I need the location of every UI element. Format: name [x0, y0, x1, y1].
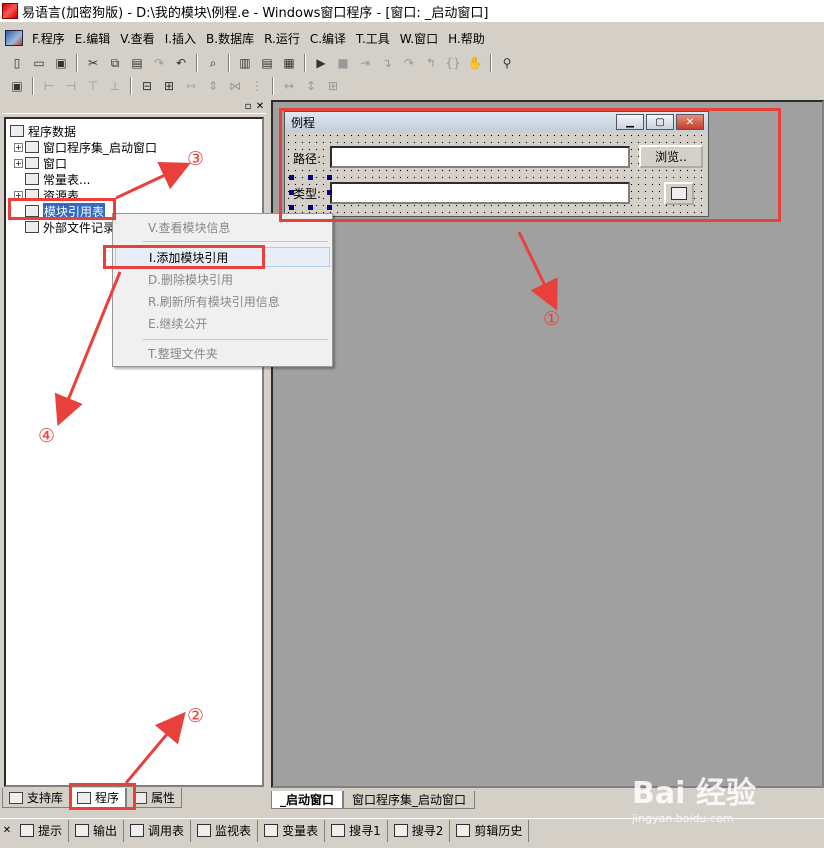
arrow-2 — [124, 711, 186, 784]
tab-label: 输出 — [93, 824, 118, 838]
watermark-url: jingyan.baidu.com — [632, 812, 734, 825]
arrow-1 — [517, 231, 558, 311]
tab-call-stack[interactable]: 调用表 — [124, 819, 192, 842]
bottom-close-icon[interactable]: ✕ — [0, 825, 14, 836]
tab-label: 剪辑历史 — [474, 824, 523, 838]
clip-history-icon — [456, 824, 471, 837]
annotation-number-2: ② — [187, 705, 205, 727]
tab-label: 搜寻1 — [349, 824, 381, 838]
call-stack-icon — [130, 824, 145, 837]
tab-label: 变量表 — [282, 824, 319, 838]
watermark: Bai 经验 jingyan.baidu.com — [632, 768, 756, 825]
tab-search-2[interactable]: 搜寻2 — [388, 819, 451, 842]
arrow-3 — [115, 162, 191, 200]
arrow-4 — [54, 271, 122, 427]
watch-icon — [197, 824, 212, 837]
tab-watch[interactable]: 监视表 — [191, 819, 259, 842]
search-icon — [393, 824, 408, 837]
tab-variables[interactable]: 变量表 — [258, 819, 326, 842]
tab-label: 调用表 — [148, 824, 185, 838]
annotation-number-4: ④ — [38, 425, 56, 447]
tab-label: 监视表 — [215, 824, 252, 838]
tab-label: 提示 — [38, 824, 63, 838]
tab-hint[interactable]: 提示 — [14, 819, 70, 842]
tab-search-1[interactable]: 搜寻1 — [325, 819, 388, 842]
tab-clip-history[interactable]: 剪辑历史 — [450, 819, 530, 842]
hint-icon — [20, 824, 34, 837]
watermark-logo: Bai 经验 — [632, 776, 756, 811]
output-icon — [75, 824, 90, 837]
annotation-arrows — [54, 162, 558, 784]
annotation-number-3: ③ — [187, 148, 205, 170]
tab-output[interactable]: 输出 — [69, 819, 125, 842]
variables-icon — [264, 824, 279, 837]
search-icon — [331, 824, 346, 837]
tab-label: 搜寻2 — [411, 824, 444, 838]
annotation-number-1: ① — [543, 308, 561, 330]
